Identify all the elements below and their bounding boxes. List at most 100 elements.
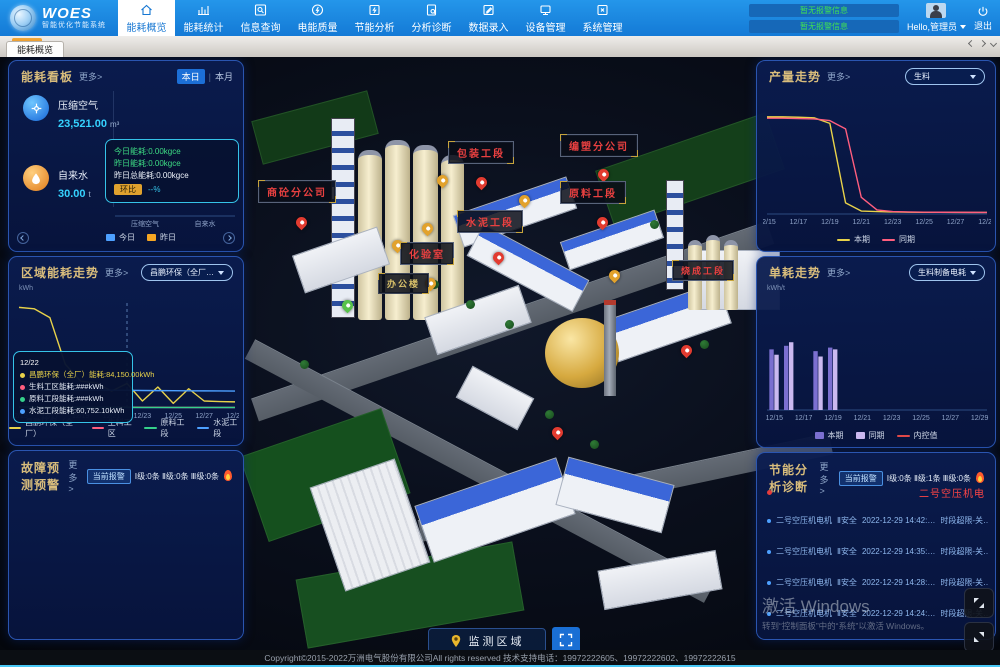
flame-icon xyxy=(975,472,985,484)
bullet-icon xyxy=(767,612,771,616)
map-label-packaging[interactable]: 包装工段 xyxy=(448,141,514,164)
unit-consumption-chart: 12/1512/1712/1912/2112/2312/2512/2712/29 xyxy=(763,295,991,423)
app-logo: WOES 智能优化节能系统 xyxy=(0,0,118,36)
compressed-air-icon xyxy=(23,95,49,121)
map-label-lab[interactable]: 化验室 xyxy=(400,242,454,265)
location-pin-icon[interactable] xyxy=(294,215,310,231)
svg-text:12/27: 12/27 xyxy=(947,219,965,226)
map-label-cement[interactable]: 水泥工段 xyxy=(457,210,523,233)
fullscreen-button[interactable] xyxy=(552,627,580,650)
kanban-item-compressed-air: 压缩空气 23,521.00m³ xyxy=(23,95,119,130)
output-trend-chart: 12/1512/1712/1912/2112/2312/2512/2712/29 xyxy=(763,95,991,227)
region-select[interactable]: 昌鹏环保（全厂… xyxy=(141,264,233,281)
nav-item-info-query[interactable]: 信息查询 xyxy=(232,0,289,36)
app-title: WOES xyxy=(42,6,106,21)
map-tree xyxy=(650,220,659,229)
unit-select[interactable]: 生料制备电耗 xyxy=(909,264,985,281)
svg-text:12/25: 12/25 xyxy=(915,219,933,226)
alarm-banner-2[interactable]: 暂无报警信息 xyxy=(749,20,899,33)
location-pin-icon[interactable] xyxy=(474,175,490,191)
panel-title: 故障预测预警 xyxy=(21,459,62,493)
map-tree xyxy=(545,410,554,419)
map-label-office[interactable]: 办公楼 xyxy=(378,273,429,294)
nav-item-energy-analysis[interactable]: 节能分析 xyxy=(346,0,403,36)
nav-item-device-mgmt[interactable]: 设备管理 xyxy=(517,0,574,36)
red-dot-icon xyxy=(767,490,772,495)
panel-unit-consumption-trend: 单耗走势 更多> 生料制备电耗 kWh/t 12/1512/1712/1912/… xyxy=(756,256,996,448)
svg-text:12/23: 12/23 xyxy=(883,415,901,422)
unit-legend: 本期同期内控值 xyxy=(757,430,995,441)
kanban-item-tap-water: 自来水 30.00t xyxy=(23,165,91,200)
carousel-next-button[interactable] xyxy=(223,232,235,244)
location-pin-icon[interactable] xyxy=(550,425,566,441)
panel-region-energy-trend: 区域能耗走势 更多> 昌鹏环保（全厂… kWh 12/1512/1712/191… xyxy=(8,256,244,446)
ratio-badge: 环比 xyxy=(114,184,142,195)
more-link[interactable]: 更多> xyxy=(105,266,128,279)
bar-chart-icon xyxy=(196,3,211,17)
panel-title: 产量走势 xyxy=(769,68,821,85)
alert-row[interactable]: 二号空压机电机 Ⅱ安全 2022-12-29 14:35:… 时段超限-关… xyxy=(767,546,989,557)
svg-text:12/19: 12/19 xyxy=(824,415,842,422)
app-subtitle: 智能优化节能系统 xyxy=(42,21,106,30)
svg-text:12/25: 12/25 xyxy=(912,415,930,422)
more-link[interactable]: 更多> xyxy=(827,70,850,83)
diagonal-arrows-icon xyxy=(972,630,986,644)
current-alarm-badge: 当前报警 xyxy=(87,469,131,484)
y-axis-label: kWh xyxy=(19,285,33,292)
bullet-icon xyxy=(767,519,771,523)
svg-text:12/17: 12/17 xyxy=(795,415,813,422)
range-day-button[interactable]: 本日 xyxy=(177,69,205,84)
nav-item-data-entry[interactable]: 数据录入 xyxy=(460,0,517,36)
more-link[interactable]: 更多> xyxy=(827,266,850,279)
avatar xyxy=(926,3,946,18)
more-link[interactable]: 更多> xyxy=(68,458,80,494)
map-label-raw-material[interactable]: 原料工段 xyxy=(560,181,626,204)
alert-row[interactable]: 二号空压机电机 Ⅱ安全 2022-12-29 14:28:… 时段超限-关… xyxy=(767,577,989,588)
copyright-text: Copyright©2015-2022万洲电气股份有限公司All rights … xyxy=(264,652,735,664)
map-label-sintering[interactable]: 烧成工段 xyxy=(672,260,734,281)
footer: Copyright©2015-2022万洲电气股份有限公司All rights … xyxy=(0,650,1000,667)
output-select[interactable]: 生料 xyxy=(905,68,985,85)
map-smokestack xyxy=(604,300,616,396)
logout-button[interactable]: 退出 xyxy=(974,5,992,32)
alarm-banner-1[interactable]: 暂无报警信息 xyxy=(749,4,899,17)
tab-list-dropdown-icon[interactable] xyxy=(990,40,997,47)
sidebar-collapse-button[interactable] xyxy=(964,622,994,652)
svg-text:自来水: 自来水 xyxy=(195,219,216,228)
svg-text:12/19: 12/19 xyxy=(821,219,839,226)
energy-analysis-icon xyxy=(367,3,382,17)
water-drop-icon xyxy=(23,165,49,191)
tab-scroll-right-icon[interactable] xyxy=(979,40,986,47)
nav-item-energy-stats[interactable]: 能耗统计 xyxy=(175,0,232,36)
nav-item-power-quality[interactable]: 电能质量 xyxy=(289,0,346,36)
location-pin-icon[interactable] xyxy=(679,343,695,359)
nav-item-system-mgmt[interactable]: 系统管理 xyxy=(574,0,631,36)
kanban-legend: 今日昨日 xyxy=(39,232,243,243)
more-link[interactable]: 更多> xyxy=(79,70,102,83)
panel-output-trend: 产量走势 更多> 生料 12/1512/1712/1912/2112/2312/… xyxy=(756,60,996,252)
svg-text:12/17: 12/17 xyxy=(790,219,808,226)
dashboard-root: WOES 智能优化节能系统 能耗概览 能耗统计 信息查询 电能质量 xyxy=(0,0,1000,667)
tab-scroll-left-icon[interactable] xyxy=(968,40,975,47)
svg-text:12/29: 12/29 xyxy=(978,219,991,226)
power-icon xyxy=(976,5,990,18)
tab-energy-overview[interactable]: 能耗概览 xyxy=(6,41,64,57)
chevron-down-icon xyxy=(960,25,966,29)
map-label-shangtong-branch[interactable]: 商砼分公司 xyxy=(258,180,336,203)
search-doc-icon xyxy=(253,3,268,17)
map-label-bianSu-branch[interactable]: 编塑分公司 xyxy=(560,134,638,157)
nav-item-energy-overview[interactable]: 能耗概览 xyxy=(118,0,175,36)
user-menu[interactable]: Hello,管理员 xyxy=(907,3,966,33)
map-tree xyxy=(590,440,599,449)
svg-text:12/15: 12/15 xyxy=(766,415,784,422)
alert-row[interactable]: 二号空压机电机 Ⅱ安全 2022-12-29 14:24:… 时段超限-关… xyxy=(767,608,989,619)
sidebar-collapse-button[interactable] xyxy=(964,588,994,618)
caret-down-icon xyxy=(218,271,224,275)
nav-item-analysis-diagnosis[interactable]: 分析诊断 xyxy=(403,0,460,36)
svg-text:压缩空气: 压缩空气 xyxy=(131,219,159,228)
alarm-level-counts: Ⅰ级:0条 Ⅱ级:1条 Ⅲ级:0条 xyxy=(887,473,971,484)
monitor-area-button[interactable]: 监测区域 xyxy=(428,628,546,650)
carousel-prev-button[interactable] xyxy=(17,232,29,244)
range-month-button[interactable]: 本月 xyxy=(215,70,233,83)
alert-row[interactable]: 二号空压机电机 Ⅱ安全 2022-12-29 14:42:… 时段超限-关… xyxy=(767,515,989,526)
